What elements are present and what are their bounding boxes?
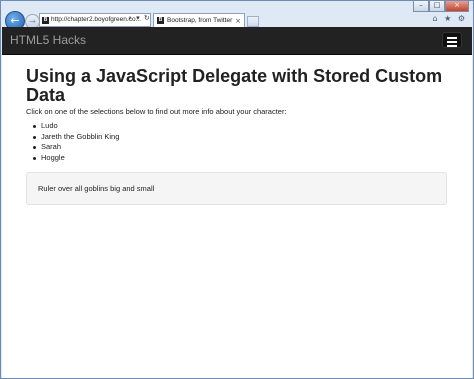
character-item-jareth[interactable]: Jareth the Gobblin King: [33, 132, 448, 143]
home-favorites-tools-icons[interactable]: ⌂ ★ ⚙: [432, 14, 467, 23]
page-title: Using a JavaScript Delegate with Stored …: [26, 66, 443, 105]
hamburger-bar-icon: [447, 37, 457, 39]
tab-title: Bootstrap, from Twitter: [167, 17, 233, 24]
character-description: Ruler over all goblins big and small: [26, 172, 447, 205]
navbar-brand[interactable]: HTML5 Hacks: [10, 27, 86, 54]
hamburger-bar-icon: [447, 41, 457, 43]
character-item-sarah[interactable]: Sarah: [33, 142, 448, 153]
character-list: Ludo Jareth the Gobblin King Sarah Hoggl…: [26, 121, 448, 163]
page-viewport: HTML5 Hacks Using a JavaScript Delegate …: [2, 27, 472, 378]
main-content: Using a JavaScript Delegate with Stored …: [2, 55, 472, 205]
site-favicon-icon: B: [42, 16, 49, 24]
intro-text: Click on one of the selections below to …: [26, 107, 287, 116]
character-item-hoggle[interactable]: Hoggle: [33, 153, 448, 164]
browser-toolbar: ← → Bhttp://chapter2.boyofgreen.co... ⌕ …: [1, 9, 473, 31]
tab-favicon-icon: B: [157, 16, 164, 24]
tab-close-icon[interactable]: ×: [235, 14, 241, 28]
hamburger-bar-icon: [447, 45, 457, 47]
address-bar-icons[interactable]: ⌕ ▾ ↻: [128, 14, 151, 23]
character-item-ludo[interactable]: Ludo: [33, 121, 448, 132]
menu-toggle-button[interactable]: [442, 32, 462, 48]
browser-window: – □ × ← → Bhttp://chapter2.boyofgreen.co…: [0, 0, 474, 379]
navbar: HTML5 Hacks: [2, 27, 472, 55]
browser-tab[interactable]: B Bootstrap, from Twitter ×: [153, 13, 245, 28]
new-tab-button[interactable]: [247, 16, 259, 27]
